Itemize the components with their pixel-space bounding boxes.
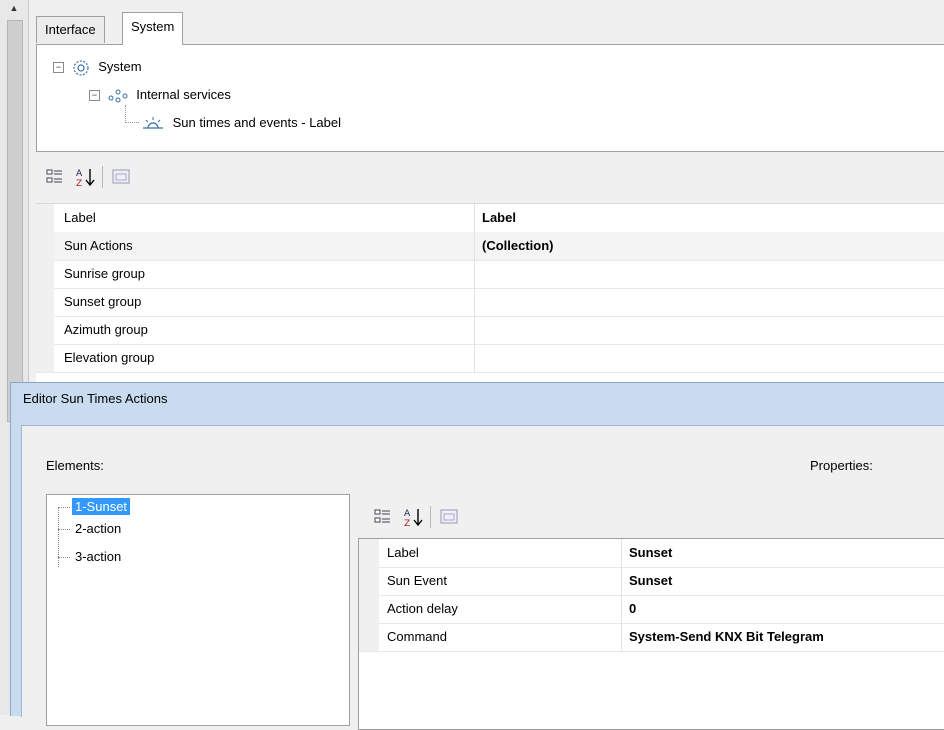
column-divider <box>621 539 622 567</box>
property-name: Sunset group <box>64 294 142 309</box>
properties-label: Properties: <box>810 458 873 473</box>
property-name: Sun Actions <box>64 238 133 253</box>
property-row[interactable]: Sunset group <box>36 288 944 317</box>
tree-node-sun-times[interactable]: Sun times and events - Label <box>141 113 341 133</box>
list-item[interactable]: 3-action <box>58 547 124 567</box>
property-value[interactable]: Label <box>482 204 516 232</box>
editor-dialog: Editor Sun Times Actions Elements: Prope… <box>10 382 944 730</box>
property-row[interactable]: Azimuth group <box>36 316 944 345</box>
property-grid: Label Label Sun Actions (Collection) Sun… <box>36 203 944 384</box>
sun-icon <box>143 116 163 129</box>
tree-node-internal-services[interactable]: − Internal services <box>89 85 231 105</box>
property-row[interactable]: Command System-Send KNX Bit Telegram <box>359 623 944 652</box>
property-name: Elevation group <box>64 350 155 365</box>
tab-system[interactable]: System <box>122 12 184 45</box>
property-value[interactable]: Sunset <box>629 567 672 595</box>
row-gutter <box>359 539 379 567</box>
categorized-icon[interactable] <box>372 506 394 528</box>
property-name: Sunrise group <box>64 266 145 281</box>
column-divider <box>621 595 622 623</box>
property-value[interactable]: Sunset <box>629 539 672 567</box>
property-name: Azimuth group <box>64 322 148 337</box>
collapse-icon[interactable]: − <box>53 62 64 74</box>
row-gutter <box>36 316 54 344</box>
row-gutter <box>359 623 379 651</box>
property-value[interactable]: 0 <box>629 595 636 623</box>
tree-connector <box>125 122 139 124</box>
property-value[interactable]: System-Send KNX Bit Telegram <box>629 623 824 651</box>
row-gutter <box>36 344 54 372</box>
element-label: 2-action <box>75 521 122 536</box>
property-row[interactable]: Action delay 0 <box>359 595 944 624</box>
property-row[interactable]: Sun Event Sunset <box>359 567 944 596</box>
tree-connector <box>58 528 70 531</box>
property-row[interactable]: Label Label <box>36 204 944 233</box>
property-pages-icon[interactable] <box>438 506 460 528</box>
row-gutter <box>359 595 379 623</box>
column-divider <box>621 623 622 651</box>
property-name: Label <box>64 210 96 225</box>
scroll-up-arrow-icon[interactable]: ▲ <box>6 0 22 16</box>
row-gutter <box>36 260 54 288</box>
dialog-body: Elements: Properties: 1-Sunset 2-action … <box>21 425 944 730</box>
tree-connector <box>125 105 127 123</box>
row-gutter <box>359 567 379 595</box>
svg-text:A: A <box>76 169 83 179</box>
row-gutter <box>36 204 54 232</box>
row-gutter <box>36 232 54 260</box>
property-row[interactable]: Elevation group <box>36 344 944 373</box>
toolbar-separator <box>102 166 103 188</box>
list-item[interactable]: 2-action <box>58 519 124 539</box>
property-row[interactable]: Sun Actions (Collection) <box>36 232 944 261</box>
tree-label: Internal services <box>136 87 231 102</box>
dialog-property-grid: Label Sunset Sun Event Sunset Action del… <box>358 538 944 730</box>
column-divider <box>474 204 475 232</box>
property-name: Action delay <box>387 601 458 616</box>
property-name: Command <box>387 629 447 644</box>
elements-label: Elements: <box>46 458 104 473</box>
tree-node-system[interactable]: − System <box>53 57 142 77</box>
column-divider <box>621 567 622 595</box>
sort-alpha-icon[interactable]: A Z <box>402 506 424 528</box>
column-divider <box>474 288 475 316</box>
property-value[interactable]: (Collection) <box>482 232 554 260</box>
property-row[interactable]: Label Sunset <box>359 539 944 568</box>
tab-interface[interactable]: Interface <box>36 16 105 43</box>
column-divider <box>474 316 475 344</box>
toolbar-separator <box>430 506 431 528</box>
svg-text:Z: Z <box>404 519 410 528</box>
system-tree: − System − Internal services Sun times a… <box>36 44 944 152</box>
property-row[interactable]: Sunrise group <box>36 260 944 289</box>
svg-text:A: A <box>404 509 411 519</box>
tree-connector <box>58 506 70 509</box>
column-divider <box>474 344 475 372</box>
column-divider <box>474 260 475 288</box>
tree-connector <box>58 556 70 559</box>
tree-label: System <box>98 59 142 74</box>
gear-icon <box>73 59 89 76</box>
svg-text:Z: Z <box>76 179 82 188</box>
categorized-icon[interactable] <box>44 166 66 188</box>
tree-label: Sun times and events - Label <box>172 115 342 130</box>
element-label: 1-Sunset <box>72 498 131 515</box>
property-name: Sun Event <box>387 573 447 588</box>
sort-alpha-icon[interactable]: A Z <box>74 166 96 188</box>
property-pages-icon[interactable] <box>110 166 132 188</box>
element-label: 3-action <box>75 549 122 564</box>
row-gutter <box>36 288 54 316</box>
column-divider <box>474 232 475 260</box>
elements-list[interactable]: 1-Sunset 2-action 3-action <box>46 494 350 726</box>
scroll-thumb[interactable] <box>7 20 23 422</box>
property-name: Label <box>387 545 419 560</box>
dialog-title: Editor Sun Times Actions <box>23 391 168 406</box>
collapse-icon[interactable]: − <box>89 90 100 102</box>
services-icon <box>108 89 128 103</box>
list-item[interactable]: 1-Sunset <box>58 497 131 517</box>
